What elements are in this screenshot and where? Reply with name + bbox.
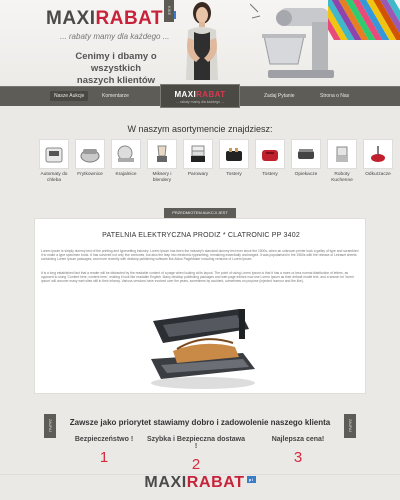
vacuum-icon bbox=[363, 139, 393, 169]
priority-item-safety: Bezpieczeństwo ! 1 bbox=[54, 436, 154, 466]
category-item[interactable]: Tostery bbox=[254, 139, 286, 178]
product-title: PATELNIA ELEKTRYCZNA PRODIZ * CLATRONIC … bbox=[102, 232, 300, 239]
header-side-tag: KIKE bbox=[164, 0, 174, 22]
category-label: Tostery bbox=[226, 172, 242, 177]
category-label: Parowary bbox=[187, 172, 209, 177]
category-item[interactable]: Miksery i blendery bbox=[146, 139, 178, 184]
headline-line-1: Cenimy i dbamy o wszystkich bbox=[75, 51, 157, 74]
footer-logo[interactable]: MAXIRABAT pl bbox=[0, 474, 400, 492]
priority-item-delivery: Szybka i Bezpieczna dostawa ! 2 bbox=[146, 436, 246, 473]
footer-logo-accent: RABAT bbox=[186, 474, 245, 491]
priority-label: Bezpieczeństwo ! bbox=[74, 436, 134, 443]
priority-number: 2 bbox=[191, 456, 201, 473]
steamer-icon bbox=[183, 139, 213, 169]
category-item[interactable]: Tostery bbox=[218, 139, 250, 178]
categories-list: Automaty do chleba Frytkownice Krajalnic… bbox=[38, 139, 393, 199]
priority-title: Zawsze jako priorytet stawiamy dobro i z… bbox=[69, 418, 331, 427]
product-image bbox=[151, 309, 255, 389]
logo-text-accent: RABAT bbox=[95, 8, 164, 29]
nav-logo-text: MAXIRABAT bbox=[161, 90, 239, 99]
priority-label: Najlepsza cena! bbox=[271, 436, 325, 443]
category-item[interactable]: Parowary bbox=[182, 139, 214, 178]
category-label: Odkurzacze bbox=[365, 172, 391, 177]
grill-icon bbox=[291, 139, 321, 169]
bread-maker-icon bbox=[39, 139, 69, 169]
category-label: Roboty Kuchenne bbox=[331, 172, 353, 183]
description-paragraph: Lorem Ipsum is simply dummy text of the … bbox=[41, 249, 359, 262]
category-label: Tostery bbox=[262, 172, 278, 177]
nav-item-auctions[interactable]: Nasze Aukcje bbox=[50, 91, 89, 101]
food-processor-icon bbox=[327, 139, 357, 169]
header: MAXIRABATpl ... rabaty mamy dla każdego … bbox=[0, 0, 400, 86]
auction-ribbon: PRZEDMIOTEM AUKCJI JEST bbox=[164, 208, 236, 218]
description-paragraph: It is a long established fact that a rea… bbox=[41, 271, 354, 284]
toaster-red-icon bbox=[255, 139, 285, 169]
blender-icon bbox=[147, 139, 177, 169]
nav-center-logo[interactable]: MAXIRABAT ... rabaty mamy dla każdego ..… bbox=[160, 84, 240, 108]
nav-logo-main: MAXI bbox=[174, 90, 197, 99]
decorative-stripes bbox=[328, 0, 400, 40]
priority-label: Szybka i Bezpieczna dostawa ! bbox=[146, 436, 246, 450]
nav-logo-sub: ... rabaty mamy dla każdego ... bbox=[176, 100, 224, 104]
footer-logo-badge: pl bbox=[246, 476, 256, 483]
toaster-icon bbox=[219, 139, 249, 169]
priority-item-price: Najlepsza cena! 3 bbox=[248, 436, 348, 466]
category-item[interactable]: Frytkownice bbox=[74, 139, 106, 178]
category-item[interactable]: Automaty do chleba bbox=[38, 139, 70, 184]
fryer-icon bbox=[75, 139, 105, 169]
category-item[interactable]: Opiekacze bbox=[290, 139, 322, 178]
categories-title: W naszym asortymencie znajdziesz: bbox=[127, 124, 273, 134]
site-logo[interactable]: MAXIRABATpl bbox=[46, 8, 177, 30]
category-item[interactable]: Krajalnice bbox=[110, 139, 142, 178]
woman-illustration bbox=[186, 2, 218, 80]
footer-logo-main: MAXI bbox=[144, 474, 187, 491]
category-label: Opiekacze bbox=[294, 172, 318, 177]
category-label: Frytkownice bbox=[77, 172, 103, 177]
priority-number: 1 bbox=[99, 449, 109, 466]
category-label: Miksery i blendery bbox=[152, 172, 172, 183]
category-item[interactable]: Odkurzacze bbox=[362, 139, 394, 178]
nav-item-comments[interactable]: Komentarze bbox=[102, 93, 129, 99]
nav-logo-accent: RABAT bbox=[196, 90, 226, 99]
priority-number: 3 bbox=[293, 449, 303, 466]
category-item[interactable]: Roboty Kuchenne bbox=[326, 139, 358, 184]
auction-article: PATELNIA ELEKTRYCZNA PRODIZ * CLATRONIC … bbox=[34, 218, 366, 394]
category-label: Automaty do chleba bbox=[40, 172, 68, 183]
nav-item-ask-question[interactable]: Zadaj Pytanie bbox=[264, 93, 295, 99]
category-label: Krajalnice bbox=[115, 172, 137, 177]
slicer-icon bbox=[111, 139, 141, 169]
headline: Cenimy i dbamy o wszystkich naszych klie… bbox=[56, 51, 176, 87]
logo-text-main: MAXI bbox=[46, 8, 96, 29]
nav-item-about[interactable]: Strona o Nas bbox=[320, 93, 349, 99]
slogan: ... rabaty mamy dla każdego ... bbox=[60, 32, 170, 41]
